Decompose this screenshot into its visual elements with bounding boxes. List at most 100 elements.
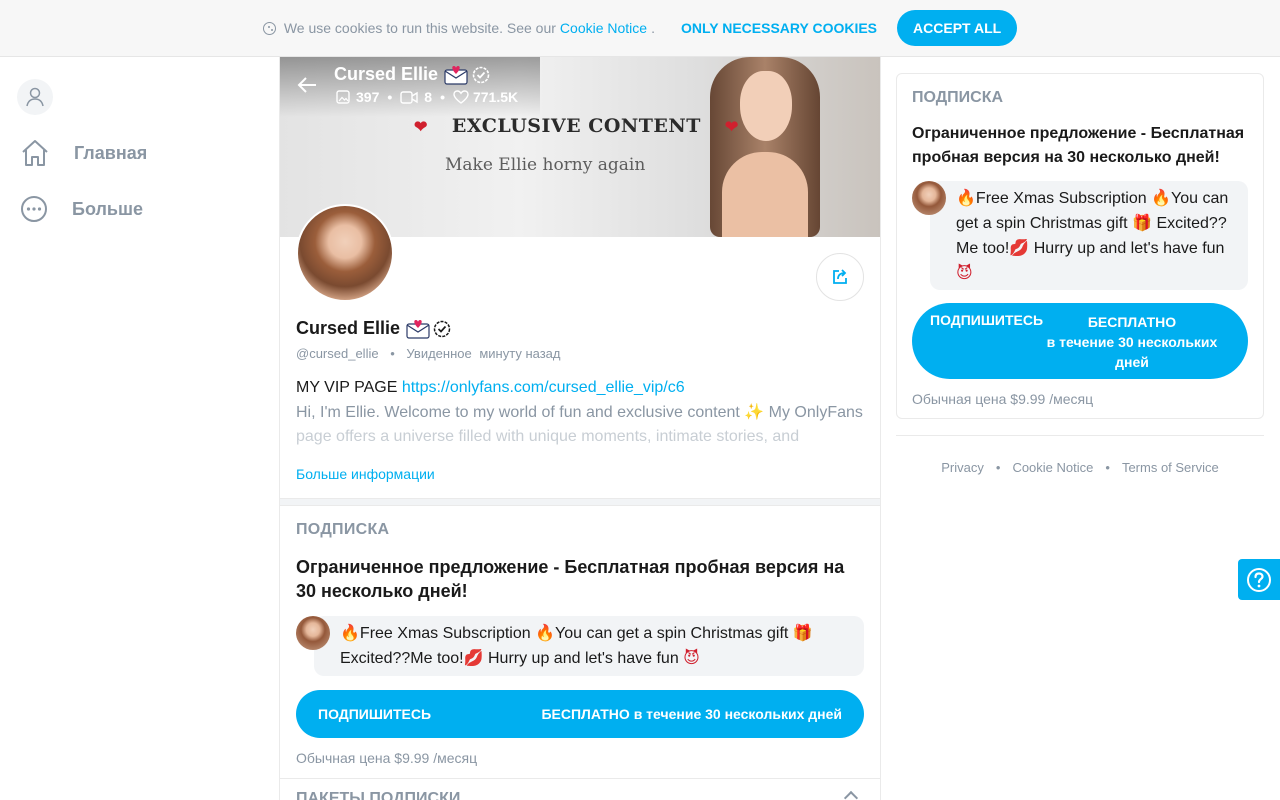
divider [896, 435, 1264, 436]
regular-price: Обычная цена $9.99 /месяц [912, 391, 1094, 407]
exclusive-content-label: EXCLUSIVE CONTENT [451, 115, 701, 137]
share-icon [833, 269, 847, 284]
promo-text: Free Xmas Subscription [975, 190, 1147, 207]
back-arrow-icon[interactable] [296, 75, 318, 95]
sidebar: Главная Больше [0, 57, 279, 800]
fire-icon: 🔥 [1151, 188, 1172, 207]
subscription-bundles-label[interactable]: ПАКЕТЫ ПОДПИСКИ [296, 790, 460, 800]
verified-icon [472, 66, 490, 83]
bio-vip-link[interactable]: https://onlyfans.com/cursed_ellie_vip/c6 [402, 379, 685, 396]
promo-text: Free Xmas Subscription [359, 625, 531, 642]
heart-icon [453, 90, 469, 104]
profile-meta: @cursed_ellie • Увиденное минуту назад [296, 346, 561, 361]
bio-text: My OnlyFans [768, 404, 863, 421]
meta-separator: • [390, 346, 395, 361]
stat-separator: • [387, 89, 393, 105]
fire-icon: 🔥 [535, 623, 556, 642]
subscribe-button-price: БЕСПЛАТНО в течение 30 нескольких дней [1042, 312, 1222, 372]
cookie-bar: We use cookies to run this website. See … [0, 0, 1280, 57]
footer-separator: • [1105, 460, 1110, 475]
privacy-link[interactable]: Privacy [941, 460, 984, 475]
subscribe-button[interactable]: ПОДПИШИТЕСЬ БЕСПЛАТНО в течение 30 неско… [912, 303, 1248, 379]
last-seen-time: минуту назад [479, 346, 561, 361]
fire-icon: 🔥 [340, 623, 360, 642]
footer-separator: • [995, 460, 1001, 475]
more-icon [21, 196, 47, 222]
subscribe-button-label: ПОДПИШИТЕСЬ [930, 312, 1044, 328]
stat-separator: • [440, 89, 445, 105]
lips-icon: 💋 [463, 648, 484, 667]
subscribe-button[interactable]: ПОДПИШИТЕСЬ БЕСПЛАТНО в течение 30 неско… [296, 690, 864, 738]
promo-text: Excited??Me too! [340, 650, 464, 667]
sparkle-icon: ✨ [744, 402, 765, 421]
subscribe-duration-label: в течение 30 нескольких дней [1046, 334, 1218, 370]
promo-bubble: 🔥Free Xmas Subscription 🔥You can get a s… [930, 181, 1248, 290]
cookie-text: We use cookies to run this website. See … [283, 20, 556, 36]
verified-icon [433, 320, 451, 337]
banner-title: Cursed Ellie [334, 64, 490, 85]
banner-tagline: Make Ellie horny again [445, 155, 646, 175]
profile-name: Cursed Ellie [296, 318, 451, 339]
regular-price: Обычная цена $9.99 /месяц [296, 750, 478, 766]
banner-stats: 397 • 8 • 771.5K [336, 89, 518, 105]
last-seen-label: Увиденное [406, 346, 472, 361]
videos-stat: 8 [400, 89, 432, 105]
cookie-icon [262, 21, 276, 35]
heart-icon: ❤ [414, 116, 428, 136]
promo-avatar [912, 181, 946, 215]
profile-bio: MY VIP PAGE https://onlyfans.com/cursed_… [296, 376, 866, 449]
share-button[interactable] [816, 253, 864, 301]
banner-photo-body [722, 152, 808, 237]
profile-main: Cursed Ellie 397 • 8 • 771.5K ❤ EXCLUSIV… [279, 57, 881, 800]
user-icon [26, 87, 44, 107]
more-info-link[interactable]: Больше информации [296, 466, 435, 482]
profile-display-name: Cursed Ellie [296, 318, 401, 338]
bio-text: Hi, I'm Ellie. Welcome to my world of fu… [296, 404, 740, 421]
bio-line-2: Hi, I'm Ellie. Welcome to my world of fu… [296, 400, 866, 425]
cookie-text-end: . [651, 20, 655, 36]
banner-name: Cursed Ellie [334, 64, 439, 84]
chevron-up-icon[interactable] [843, 790, 859, 800]
gift-icon: 🎁 [1132, 213, 1152, 232]
footer-links: Privacy • Cookie Notice • Terms of Servi… [896, 460, 1264, 475]
subscription-card: ПОДПИСКА Ограниченное предложение - Бесп… [896, 73, 1264, 419]
subscription-offer: Ограниченное предложение - Бесплатная пр… [912, 125, 1245, 166]
subscription-label: ПОДПИСКА [296, 521, 390, 538]
sidebar-item-more[interactable]: Больше [20, 195, 143, 223]
lips-icon: 💋 [1009, 238, 1030, 257]
promo-message: 🔥Free Xmas Subscription 🔥You can get a s… [296, 616, 864, 676]
section-divider [280, 498, 880, 506]
promo-text: Hurry up and let's have fun [1033, 240, 1225, 257]
image-icon [336, 90, 350, 104]
promo-bubble: 🔥Free Xmas Subscription 🔥You can get a s… [314, 616, 864, 676]
promo-text: You can get a spin Christmas gift [555, 625, 789, 642]
fire-icon: 🔥 [956, 188, 976, 207]
promo-avatar [296, 616, 330, 650]
envelope-heart-icon [444, 65, 468, 85]
user-avatar[interactable] [17, 79, 53, 115]
sidebar-item-label: Главная [74, 142, 148, 163]
subscribe-button-price: БЕСПЛАТНО в течение 30 нескольких дней [541, 706, 842, 722]
help-button[interactable] [1238, 559, 1280, 600]
profile-avatar[interactable] [296, 204, 394, 302]
accept-all-button[interactable]: ACCEPT ALL [897, 10, 1018, 46]
heart-icon: ❤ [724, 116, 739, 136]
likes-stat: 771.5K [453, 89, 518, 105]
cookie-notice-footer-link[interactable]: Cookie Notice [1012, 460, 1093, 475]
subscription-label: ПОДПИСКА [912, 89, 1004, 106]
sidebar-item-home[interactable]: Главная [20, 139, 147, 167]
terms-link[interactable]: Terms of Service [1122, 460, 1219, 475]
gift-icon: 🎁 [792, 623, 813, 642]
promo-text: Hurry up and let's have fun [488, 650, 679, 667]
subscription-offer: Ограниченное предложение - Бесплатная пр… [296, 557, 845, 601]
videos-count: 8 [424, 89, 433, 105]
subscribe-free-label: БЕСПЛАТНО [1087, 314, 1177, 330]
likes-count: 771.5K [472, 89, 519, 105]
cookie-notice-link[interactable]: Cookie Notice [560, 20, 647, 36]
banner-exclusive-text: ❤ EXCLUSIVE CONTENT ❤ [390, 115, 763, 137]
devil-icon: 😈 [683, 648, 700, 667]
subscribe-button-label: ПОДПИШИТЕСЬ [318, 706, 432, 722]
bio-line-3: page offers a universe filled with uniqu… [296, 428, 800, 445]
bio-prefix: MY VIP PAGE [296, 379, 398, 396]
only-necessary-cookies-button[interactable]: ONLY NECESSARY COOKIES [681, 20, 877, 36]
